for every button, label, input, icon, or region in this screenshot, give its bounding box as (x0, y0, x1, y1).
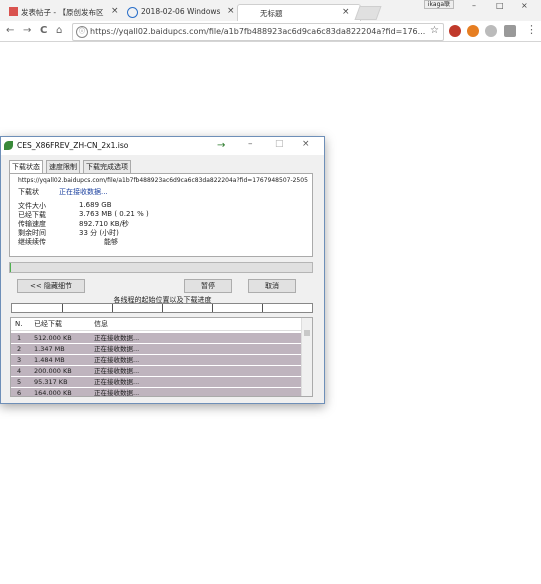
row-number: 2 (17, 345, 22, 353)
cloud-icon[interactable] (485, 25, 497, 37)
close-tab-icon[interactable]: × (227, 6, 235, 16)
row-number: 3 (17, 356, 22, 364)
row-info: 正在接收数据... (94, 389, 140, 397)
browser-toolbar: ← → C ⌂ ⓘ https://yqall02.baidupcs.com/f… (0, 21, 541, 42)
row-downloaded: 1.484 MB (34, 356, 65, 364)
new-tab-button[interactable] (354, 6, 382, 20)
address-bar[interactable]: ⓘ https://yqall02.baidupcs.com/file/a1b7… (72, 23, 444, 41)
segment-tick (212, 304, 213, 312)
profile-button[interactable]: ikaga联 (424, 0, 454, 9)
row-downloaded: 200.000 KB (34, 367, 72, 375)
row-downloaded: 1.347 MB (34, 345, 65, 353)
menu-icon[interactable]: ⋮ (526, 23, 537, 36)
field-label: 传输速度 (18, 220, 46, 228)
close-tab-icon[interactable]: × (342, 7, 350, 17)
tablet-icon[interactable] (504, 25, 516, 37)
abp-icon[interactable] (449, 25, 461, 37)
dialog-close-icon[interactable]: × (302, 139, 310, 149)
dialog-titlebar[interactable]: CES_X86FREV_ZH-CN_2x1.iso → – □ × (1, 137, 324, 155)
status-label: 下载状 (18, 188, 39, 196)
back-arrow-icon[interactable]: ← (6, 25, 14, 36)
tab-post-thread[interactable]: 发表帖子 - 【原创发布区 × (5, 4, 123, 21)
row-number: 4 (17, 367, 22, 375)
status-panel: https://yqall02.baidupcs.com/file/a1b7fb… (9, 173, 313, 257)
close-tab-icon[interactable]: × (111, 6, 119, 16)
field-value: 1.689 GB (79, 201, 112, 209)
row-number: 6 (17, 389, 22, 397)
pause-button[interactable]: 暂停 (184, 279, 232, 293)
progress-bar (9, 262, 313, 273)
row-downloaded: 512.000 KB (34, 334, 72, 342)
field-value: 能够 (104, 238, 118, 246)
green-arrow-icon: → (217, 140, 226, 151)
status-row: 下载状 正在接收数据... (18, 187, 108, 197)
tab-windows-post[interactable]: 2018-02-06 Windows × (123, 4, 241, 21)
list-item[interactable]: 2 1.347 MB 正在接收数据... (11, 344, 301, 354)
status-value: 正在接收数据... (59, 188, 108, 196)
row-info: 正在接收数据... (94, 367, 140, 375)
reload-icon[interactable]: C (40, 25, 47, 36)
minimize-window-icon[interactable]: – (472, 1, 476, 10)
tab-label: 发表帖子 - 【原创发布区 (21, 8, 104, 17)
cancel-button[interactable]: 取消 (248, 279, 296, 293)
tab-label: 无标题 (260, 9, 283, 18)
col-info[interactable]: 信息 (94, 318, 108, 330)
row-info: 正在接收数据... (94, 356, 140, 364)
dialog-maximize-icon[interactable]: □ (275, 139, 284, 149)
list-item[interactable]: 5 95.317 KB 正在接收数据... (11, 377, 301, 387)
row-number: 1 (17, 334, 22, 342)
row-info: 正在接收数据... (94, 345, 140, 353)
resume-row: 继续续传 能够 (18, 237, 118, 247)
maximize-window-icon[interactable]: □ (496, 1, 504, 10)
list-header: N. 已经下载 信息 (11, 318, 301, 331)
idm-logo-icon (4, 141, 13, 150)
scrollbar-thumb[interactable] (304, 330, 310, 336)
home-icon[interactable]: ⌂ (56, 25, 62, 36)
list-scrollbar[interactable] (301, 318, 312, 396)
download-url: https://yqall02.baidupcs.com/file/a1b7fb… (18, 177, 308, 184)
bookmark-star-icon[interactable]: ☆ (430, 25, 439, 36)
url-text[interactable]: https://yqall02.baidupcs.com/file/a1b7fb… (90, 27, 425, 36)
row-number: 5 (17, 378, 22, 386)
baidu-favicon-icon (127, 7, 138, 18)
field-label: 文件大小 (18, 202, 46, 210)
col-number[interactable]: N. (15, 318, 22, 330)
field-label: 已经下载 (18, 211, 46, 219)
dialog-minimize-icon[interactable]: – (248, 139, 253, 149)
tab-label: 2018-02-06 Windows (141, 7, 221, 16)
site-info-icon[interactable]: ⓘ (76, 26, 88, 38)
tab-untitled-active[interactable]: 无标题 × (237, 4, 361, 22)
list-item[interactable]: 4 200.000 KB 正在接收数据... (11, 366, 301, 376)
progress-fill (10, 263, 11, 272)
forward-arrow-icon[interactable]: → (23, 25, 31, 36)
dialog-title: CES_X86FREV_ZH-CN_2x1.iso (17, 141, 129, 150)
tab-download-status[interactable]: 下载状态 (9, 160, 43, 174)
row-downloaded: 164.000 KB (34, 389, 72, 397)
close-window-icon[interactable]: × (521, 1, 528, 10)
circle-icon[interactable] (467, 25, 479, 37)
segments-bar (11, 303, 313, 313)
tab-completion-options[interactable]: 下载完成选项 (83, 160, 131, 173)
forum-favicon-icon (9, 7, 18, 16)
connections-list: N. 已经下载 信息 1 512.000 KB 正在接收数据... 2 1.34… (10, 317, 313, 397)
segment-tick (62, 304, 63, 312)
segment-tick (262, 304, 263, 312)
field-label: 剩余时间 (18, 229, 46, 237)
col-downloaded[interactable]: 已经下载 (34, 318, 62, 330)
field-value: 3.763 MB ( 0.21 % ) (79, 210, 149, 218)
segment-tick (112, 304, 113, 312)
row-downloaded: 95.317 KB (34, 378, 68, 386)
list-item[interactable]: 6 164.000 KB 正在接收数据... (11, 388, 301, 397)
segment-tick (162, 304, 163, 312)
download-dialog: CES_X86FREV_ZH-CN_2x1.iso → – □ × 下载状态 速… (0, 136, 325, 404)
field-label: 继续续传 (18, 238, 46, 246)
tab-strip: 发表帖子 - 【原创发布区 × 2018-02-06 Windows × 无标题… (0, 0, 541, 22)
tab-speed-limit[interactable]: 速度限制 (46, 160, 80, 173)
list-item[interactable]: 1 512.000 KB 正在接收数据... (11, 333, 301, 343)
list-item[interactable]: 3 1.484 MB 正在接收数据... (11, 355, 301, 365)
row-info: 正在接收数据... (94, 334, 140, 342)
hide-details-button[interactable]: << 隐藏细节 (17, 279, 85, 293)
row-info: 正在接收数据... (94, 378, 140, 386)
